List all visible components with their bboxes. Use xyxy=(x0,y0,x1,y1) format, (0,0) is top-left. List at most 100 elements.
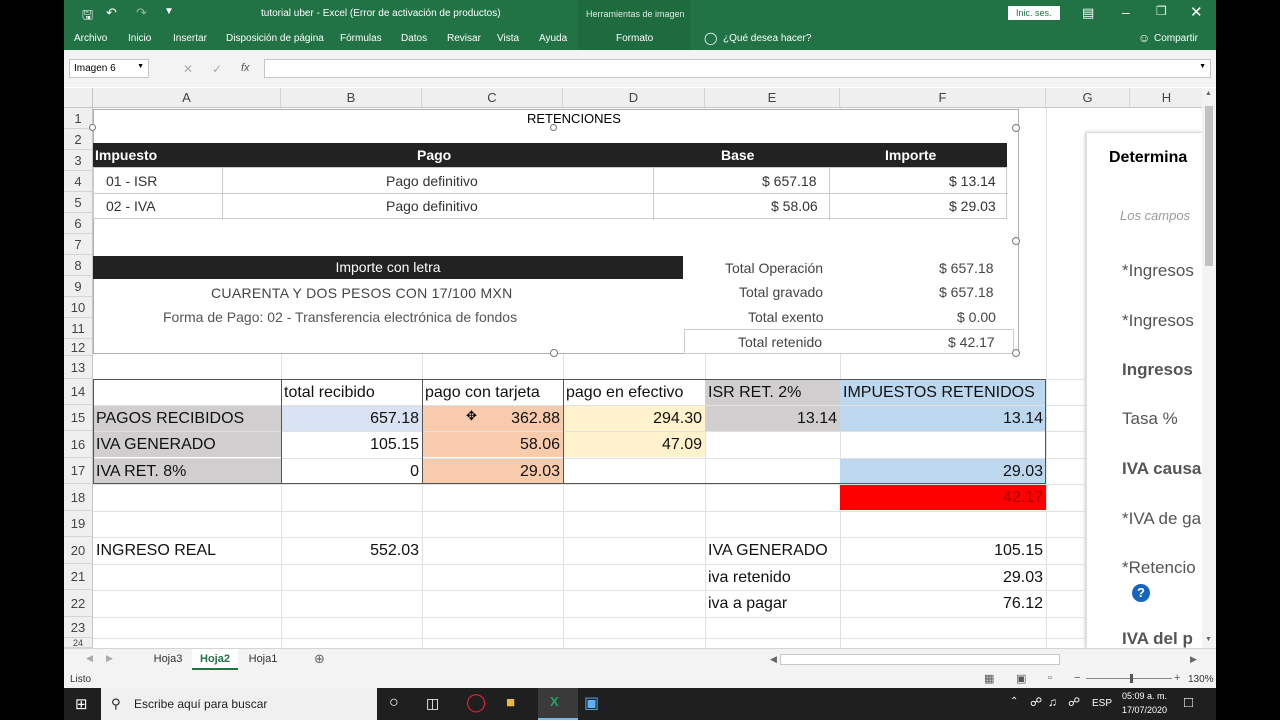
file-explorer-icon[interactable]: ■ xyxy=(506,694,515,711)
row-header[interactable]: 10 xyxy=(64,297,93,318)
excel-taskbar-button[interactable]: X xyxy=(538,688,578,720)
task-view-icon[interactable]: ◫ xyxy=(426,695,439,712)
row-header[interactable]: 23 xyxy=(64,617,93,638)
clock-date[interactable]: 17/07/2020 xyxy=(1122,705,1167,715)
help-icon[interactable]: ? xyxy=(1132,584,1150,602)
name-box[interactable]: Imagen 6 ▼ xyxy=(69,59,149,78)
row-header[interactable]: 4 xyxy=(64,171,93,192)
formula-input[interactable]: ▼ xyxy=(264,59,1211,78)
row-header[interactable]: 13 xyxy=(64,356,93,379)
share-button[interactable]: Compartir xyxy=(1154,33,1198,44)
cell-b16[interactable]: 105.15 xyxy=(281,432,422,457)
clock-time[interactable]: 05:09 a. m. xyxy=(1122,691,1167,701)
scroll-right-icon[interactable]: ▶ xyxy=(1190,654,1197,665)
microphone-icon[interactable]: ☍ xyxy=(1030,695,1042,709)
tab-formato[interactable]: Formato xyxy=(616,33,653,44)
column-header-d[interactable]: D xyxy=(563,88,705,108)
cell-e14[interactable]: ISR RET. 2% xyxy=(705,380,840,405)
tab-vista[interactable]: Vista xyxy=(497,33,519,44)
cell-e22[interactable]: iva a pagar xyxy=(705,591,840,616)
expand-formula-icon[interactable]: ▼ xyxy=(1199,63,1206,70)
row-header[interactable]: 3 xyxy=(64,150,93,171)
sheet-tab-hoja3[interactable]: Hoja3 xyxy=(148,649,188,670)
sign-in-button[interactable]: Inic. ses. xyxy=(1008,6,1060,20)
cortana-icon[interactable]: ○ xyxy=(389,694,399,712)
sheet-tab-hoja1[interactable]: Hoja1 xyxy=(242,649,284,670)
tab-formulas[interactable]: Fórmulas xyxy=(340,33,382,44)
cell-b14[interactable]: total recibido xyxy=(281,380,422,405)
row-header[interactable]: 15 xyxy=(64,405,93,431)
row-header[interactable]: 12 xyxy=(64,339,93,356)
zoom-out-icon[interactable]: − xyxy=(1074,672,1080,684)
notifications-icon[interactable]: □ xyxy=(1184,694,1193,711)
scroll-left-icon[interactable]: ◀ xyxy=(770,654,777,665)
windows-start-icon[interactable]: ⊞ xyxy=(75,695,88,713)
resize-handle[interactable] xyxy=(89,124,96,131)
cell-f20[interactable]: 105.15 xyxy=(840,538,1046,563)
restore-icon[interactable]: ❐ xyxy=(1156,4,1167,18)
next-sheet-icon[interactable]: ▶ xyxy=(106,653,113,664)
resize-handle[interactable] xyxy=(1012,124,1020,132)
column-header-a[interactable]: A xyxy=(93,88,281,108)
column-header-f[interactable]: F xyxy=(840,88,1046,108)
customize-qat-icon[interactable]: ▼ xyxy=(164,6,174,17)
tray-chevron-icon[interactable]: ⌃ xyxy=(1010,696,1018,707)
cell-d15[interactable]: 294.30 xyxy=(563,406,705,431)
row-header[interactable]: 7 xyxy=(64,234,93,255)
cell-a20[interactable]: INGRESO REAL xyxy=(93,538,281,563)
tell-me-box[interactable]: ¿Qué desea hacer? xyxy=(723,33,811,44)
row-header[interactable]: 17 xyxy=(64,458,93,484)
insert-function-icon[interactable]: fx xyxy=(241,62,250,74)
row-header[interactable]: 9 xyxy=(64,276,93,297)
row-header[interactable]: 5 xyxy=(64,192,93,213)
normal-view-icon[interactable]: ▦ xyxy=(984,672,994,685)
cell-f22[interactable]: 76.12 xyxy=(840,591,1046,616)
column-header-g[interactable]: G xyxy=(1046,88,1130,108)
cell-d14[interactable]: pago en efectivo xyxy=(563,380,705,405)
photos-icon[interactable]: ▣ xyxy=(584,693,599,713)
network-icon[interactable]: ☍ xyxy=(1068,695,1080,709)
enter-icon[interactable]: ✓ xyxy=(212,62,222,76)
save-icon[interactable]: 🖫 xyxy=(82,6,93,28)
zoom-slider-thumb[interactable] xyxy=(1130,674,1133,683)
cell-b15[interactable]: 657.18 xyxy=(281,406,422,431)
cell-a16[interactable]: IVA GENERADO xyxy=(93,432,281,457)
column-header-h[interactable]: H xyxy=(1130,88,1204,108)
close-icon[interactable]: ✕ xyxy=(1190,3,1203,21)
page-break-icon[interactable]: ▫ xyxy=(1048,672,1052,684)
row-header[interactable]: 16 xyxy=(64,431,93,458)
resize-handle[interactable] xyxy=(1012,237,1020,245)
column-header-b[interactable]: B xyxy=(281,88,422,108)
cell-f18[interactable]: 42.17 xyxy=(840,485,1046,510)
scroll-up-icon[interactable]: ▲ xyxy=(1205,90,1212,97)
cell-f14[interactable]: IMPUESTOS RETENIDOS xyxy=(840,380,1046,405)
resize-handle[interactable] xyxy=(550,124,557,131)
cell-f15[interactable]: 13.14 xyxy=(840,406,1046,431)
language-indicator[interactable]: ESP xyxy=(1092,698,1112,709)
cell-c17[interactable]: 29.03 xyxy=(422,459,563,484)
cell-f21[interactable]: 29.03 xyxy=(840,565,1046,590)
cell-a15[interactable]: PAGOS RECIBIDOS xyxy=(93,406,281,431)
row-header[interactable]: 19 xyxy=(64,511,93,537)
tab-ayuda[interactable]: Ayuda xyxy=(539,33,567,44)
ribbon-display-icon[interactable]: ▤ xyxy=(1082,5,1094,21)
side-panel-image[interactable]: Determina Los campos *Ingresos *Ingresos… xyxy=(1086,132,1202,648)
add-sheet-icon[interactable]: ⊕ xyxy=(314,651,325,667)
row-header[interactable]: 20 xyxy=(64,537,93,564)
sheet-tab-hoja2[interactable]: Hoja2 xyxy=(192,649,238,670)
row-header[interactable]: 24 xyxy=(64,638,93,648)
cell-b20[interactable]: 552.03 xyxy=(281,538,422,563)
retenciones-image[interactable]: RETENCIONES Impuesto Pago Base Importe 0… xyxy=(89,109,1020,357)
column-header-c[interactable]: C xyxy=(422,88,563,108)
cell-e20[interactable]: IVA GENERADO xyxy=(705,538,840,563)
tab-inicio[interactable]: Inicio xyxy=(128,33,151,44)
row-header[interactable]: 6 xyxy=(64,213,93,234)
cell-a17[interactable]: IVA RET. 8% xyxy=(93,459,281,484)
tab-datos[interactable]: Datos xyxy=(401,33,427,44)
taskbar-search-box[interactable]: ⚲ Escribe aquí para buscar xyxy=(101,688,377,720)
zoom-slider[interactable] xyxy=(1086,678,1172,679)
select-all-corner[interactable] xyxy=(64,88,93,108)
resize-handle[interactable] xyxy=(1012,349,1020,357)
row-header[interactable]: 21 xyxy=(64,564,93,590)
row-header[interactable]: 2 xyxy=(64,129,93,150)
